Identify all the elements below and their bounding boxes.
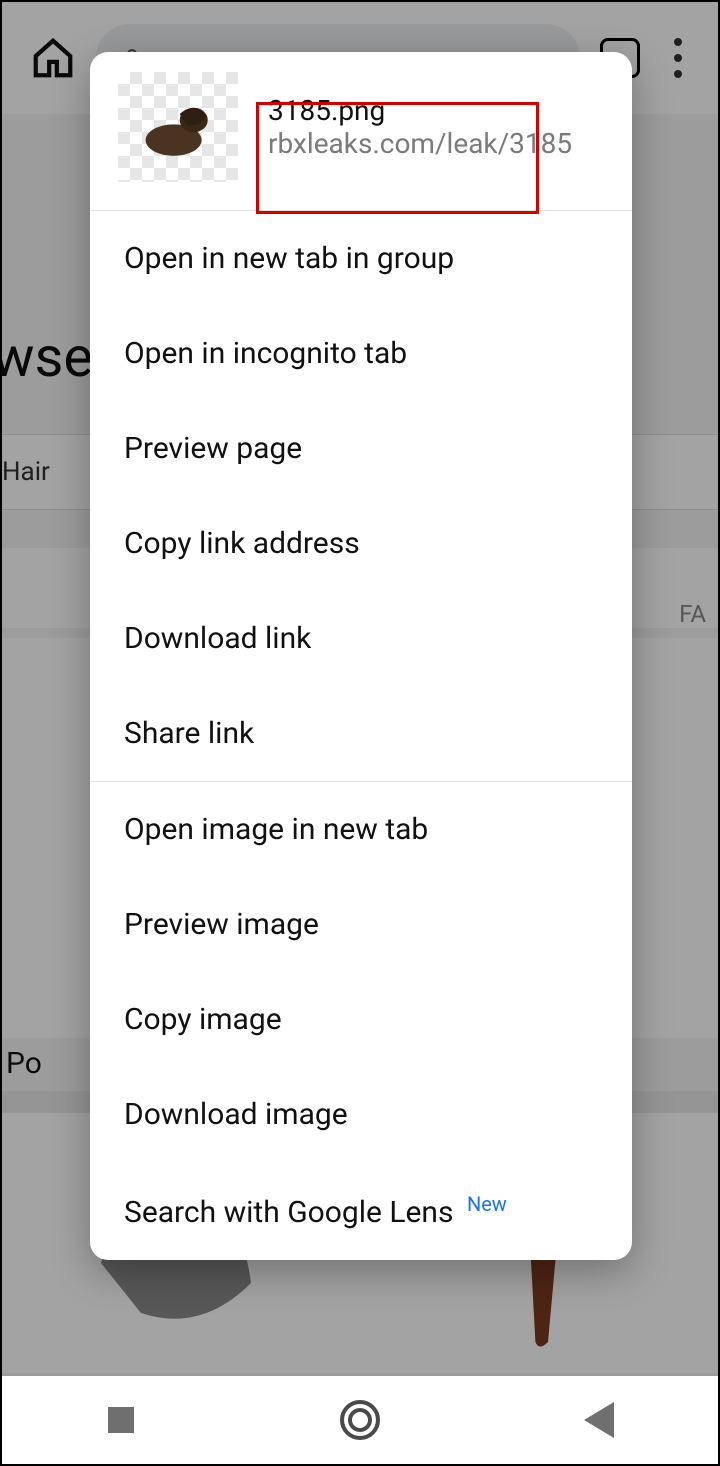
context-menu: 3185.png rbxleaks.com/leak/3185 Open in … (90, 52, 632, 1260)
ctx-download-link[interactable]: Download link (90, 591, 632, 686)
ctx-preview-page[interactable]: Preview page (90, 401, 632, 496)
ctx-lens-label: Search with Google Lens (124, 1195, 453, 1230)
annotation-highlight (256, 102, 539, 214)
ctx-open-image-new-tab[interactable]: Open image in new tab (90, 782, 632, 877)
ctx-copy-link-address[interactable]: Copy link address (90, 496, 632, 591)
back-button[interactable] (579, 1400, 619, 1440)
ctx-share-link[interactable]: Share link (90, 686, 632, 781)
home-button[interactable] (340, 1400, 380, 1440)
recent-apps-button[interactable] (101, 1400, 141, 1440)
ctx-open-incognito[interactable]: Open in incognito tab (90, 306, 632, 401)
ctx-preview-image[interactable]: Preview image (90, 877, 632, 972)
system-nav-bar (2, 1376, 718, 1464)
ctx-copy-image[interactable]: Copy image (90, 972, 632, 1067)
new-badge: New (467, 1192, 507, 1216)
context-thumbnail (118, 72, 238, 182)
ctx-download-image[interactable]: Download image (90, 1067, 632, 1162)
ctx-open-new-tab-group[interactable]: Open in new tab in group (90, 211, 632, 306)
ctx-search-google-lens[interactable]: Search with Google Lens New (90, 1162, 632, 1260)
screen: rowse Hair FA LNX Po (0, 0, 720, 1466)
